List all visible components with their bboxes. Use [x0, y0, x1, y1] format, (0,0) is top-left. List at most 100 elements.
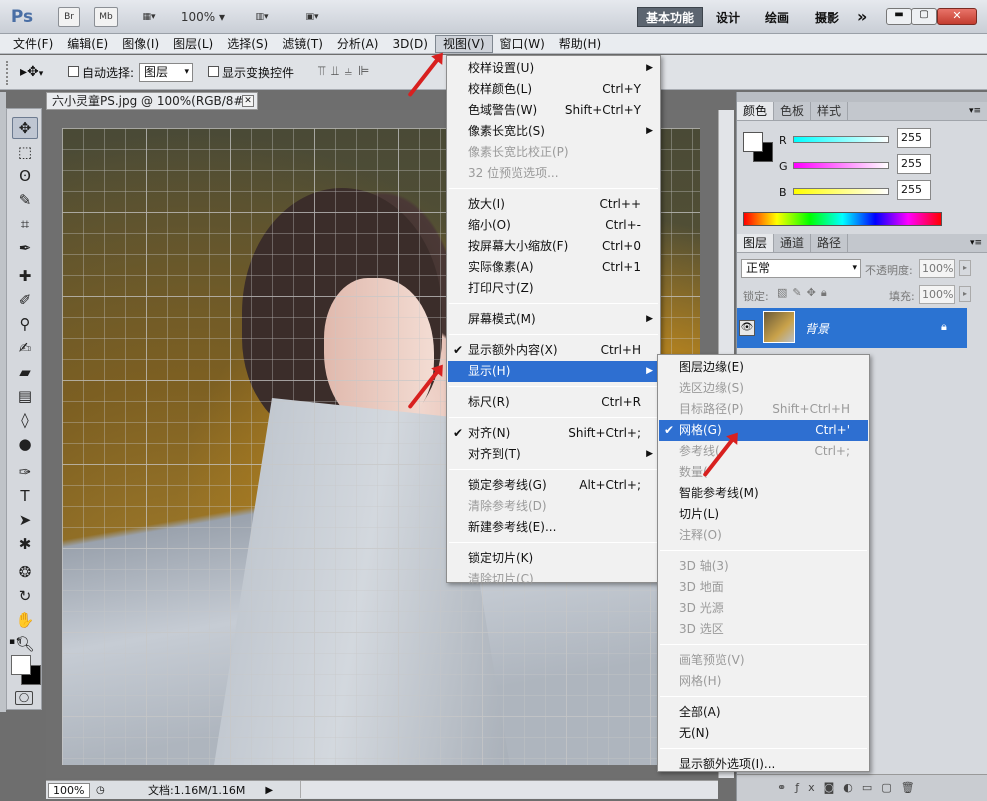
zoom-field[interactable]: 100%	[48, 782, 90, 798]
hand-tool[interactable]: ✋	[12, 609, 38, 631]
layer-visibility-eye-icon[interactable]: 👁︎	[739, 320, 755, 336]
menu-image[interactable]: 图像(I)	[115, 35, 166, 53]
layer-name[interactable]: 背景	[805, 320, 829, 337]
channel-b-value[interactable]: 255	[897, 180, 931, 200]
view_menu-item[interactable]: 像素长宽比(S) ▶	[448, 121, 659, 142]
menu-window[interactable]: 窗口(W)	[493, 35, 552, 53]
view_menu-item[interactable]: 按屏幕大小缩放(F) Ctrl+0	[448, 236, 659, 257]
view_menu-item[interactable]: 新建参考线(E)...	[448, 517, 659, 538]
fill-field[interactable]: 100%	[919, 285, 955, 304]
channel-g-value[interactable]: 255	[897, 154, 931, 174]
workspace-photography[interactable]: 摄影	[815, 9, 847, 26]
3d-orbit-tool[interactable]: ↻	[12, 585, 38, 607]
show_menu-item[interactable]: 显示额外选项(I)...	[659, 754, 868, 775]
layer-row-background[interactable]: 👁︎ 背景 🔒︎	[737, 308, 967, 348]
channel-r-slider[interactable]	[793, 136, 889, 143]
crop-tool[interactable]: ⌗	[12, 213, 38, 235]
align-buttons[interactable]: ⫪⫫⫨⊫	[318, 64, 375, 79]
tab-color[interactable]: 颜色	[737, 102, 775, 120]
color-panel-foreground[interactable]	[743, 132, 763, 152]
gradient-tool[interactable]: ▤	[12, 385, 38, 407]
minimize-button[interactable]: ▬	[886, 8, 912, 25]
link-layers-icon[interactable]: ⚭	[777, 781, 795, 794]
default-colors-icon[interactable]: ▪↰	[9, 637, 23, 647]
channel-g-slider[interactable]	[793, 162, 889, 169]
new-group-icon[interactable]: ▭	[862, 781, 881, 794]
dodge-tool[interactable]: ●	[12, 433, 38, 455]
document-tab[interactable]: 六小灵童PS.jpg @ 100%(RGB/8#) ✕	[46, 92, 258, 110]
lasso-tool[interactable]: ʘ	[12, 165, 38, 187]
menu-view[interactable]: 视图(V)	[434, 34, 493, 53]
auto-select-target-select[interactable]: 图层 ▾	[139, 63, 193, 82]
status-menu-arrow[interactable]: ▶	[265, 785, 273, 796]
history-brush-tool[interactable]: ✍	[12, 337, 38, 359]
view_menu-item[interactable]: 色域警告(W) Shift+Ctrl+Y	[448, 100, 659, 121]
delete-layer-icon[interactable]: 🗑︎	[901, 781, 924, 794]
panel-menu-icon[interactable]: ▾≡	[970, 234, 987, 252]
show-transform-checkbox[interactable]	[208, 66, 219, 77]
view_menu-item[interactable]: 标尺(R) Ctrl+R	[448, 392, 659, 413]
restore-button[interactable]: ▢	[911, 8, 937, 25]
view_menu-item[interactable]: ✔ 对齐(N) Shift+Ctrl+;	[448, 423, 659, 444]
view_menu-item[interactable]: ✔ 显示额外内容(X) Ctrl+H	[448, 340, 659, 361]
new-layer-icon[interactable]: ▢	[881, 781, 900, 794]
menu-3d[interactable]: 3D(D)	[385, 35, 434, 53]
adjustment-layer-icon[interactable]: ◐	[843, 781, 862, 794]
close-button[interactable]: ✕	[937, 8, 977, 25]
menu-edit[interactable]: 编辑(E)	[60, 35, 115, 53]
type-tool[interactable]: T	[12, 485, 38, 507]
pen-tool[interactable]: ✑	[12, 461, 38, 483]
channel-b-slider[interactable]	[793, 188, 889, 195]
quick-selection-tool[interactable]: ✎	[12, 189, 38, 211]
grip-handle[interactable]	[6, 61, 10, 85]
clone-stamp-tool[interactable]: ⚲	[12, 313, 38, 335]
lock-buttons[interactable]: ▧✎✥🔒︎	[777, 286, 832, 300]
menu-select[interactable]: 选择(S)	[220, 35, 275, 53]
status-options-icon[interactable]: ◷	[96, 785, 110, 796]
show_menu-item[interactable]: 全部(A)	[659, 702, 868, 723]
channel-r-value[interactable]: 255	[897, 128, 931, 148]
shape-tool[interactable]: ✱	[12, 533, 38, 555]
view_menu-item[interactable]: 显示(H) ▶	[448, 361, 659, 382]
fill-arrow[interactable]: ▸	[959, 286, 971, 302]
move-tool[interactable]: ✥	[12, 117, 38, 139]
tab-swatches[interactable]: 色板	[774, 102, 812, 120]
view_menu-item[interactable]: 实际像素(A) Ctrl+1	[448, 257, 659, 278]
opacity-arrow[interactable]: ▸	[959, 260, 971, 276]
path-selection-tool[interactable]: ➤	[12, 509, 38, 531]
view_menu-item[interactable]: 打印尺寸(Z)	[448, 278, 659, 299]
show_menu-item[interactable]: 智能参考线(M)	[659, 483, 868, 504]
show_menu-item[interactable]: 无(N)	[659, 723, 868, 744]
view_menu-item[interactable]: 放大(I) Ctrl++	[448, 194, 659, 215]
show_menu-item[interactable]: 图层边缘(E)	[659, 357, 868, 378]
horizontal-scrollbar[interactable]	[300, 781, 718, 798]
quick-mask-button[interactable]: ◯	[15, 691, 33, 705]
layer-style-icon[interactable]: ƒx	[795, 781, 823, 794]
arrange-documents-dropdown[interactable]: ▥ ▾	[244, 7, 280, 27]
tab-styles[interactable]: 样式	[811, 102, 849, 120]
eraser-tool[interactable]: ▰	[12, 361, 38, 383]
workspace-essentials[interactable]: 基本功能	[637, 7, 703, 27]
blend-mode-select[interactable]: 正常 ▾	[741, 259, 861, 278]
bridge-button[interactable]: Br	[58, 7, 80, 27]
more-workspaces-button[interactable]: »	[857, 7, 873, 26]
extras-dropdown[interactable]: ▦ ▾	[132, 7, 166, 27]
marquee-tool[interactable]: ⬚	[12, 141, 38, 163]
view_menu-item[interactable]: 锁定参考线(G) Alt+Ctrl+;	[448, 475, 659, 496]
opacity-field[interactable]: 100%	[919, 259, 955, 278]
mini-bridge-button[interactable]: Mb	[94, 7, 118, 27]
eyedropper-tool[interactable]: ✒	[12, 237, 38, 259]
close-document-icon[interactable]: ✕	[242, 95, 254, 107]
view_menu-item[interactable]: 校样设置(U) ▶	[448, 58, 659, 79]
panel-menu-icon[interactable]: ▾≡	[969, 102, 987, 120]
view_menu-item[interactable]: 缩小(O) Ctrl+-	[448, 215, 659, 236]
view_menu-item[interactable]: 对齐到(T) ▶	[448, 444, 659, 465]
view_menu-item[interactable]: 校样颜色(L) Ctrl+Y	[448, 79, 659, 100]
menu-help[interactable]: 帮助(H)	[552, 35, 608, 53]
3d-rotate-tool[interactable]: ❂	[12, 561, 38, 583]
add-mask-icon[interactable]: ◙	[824, 781, 844, 794]
menu-filter[interactable]: 滤镜(T)	[275, 35, 330, 53]
color-spectrum-bar[interactable]	[743, 212, 942, 226]
zoom-level-dropdown[interactable]: 100% ▾	[178, 7, 228, 27]
tab-paths[interactable]: 路径	[811, 234, 849, 252]
